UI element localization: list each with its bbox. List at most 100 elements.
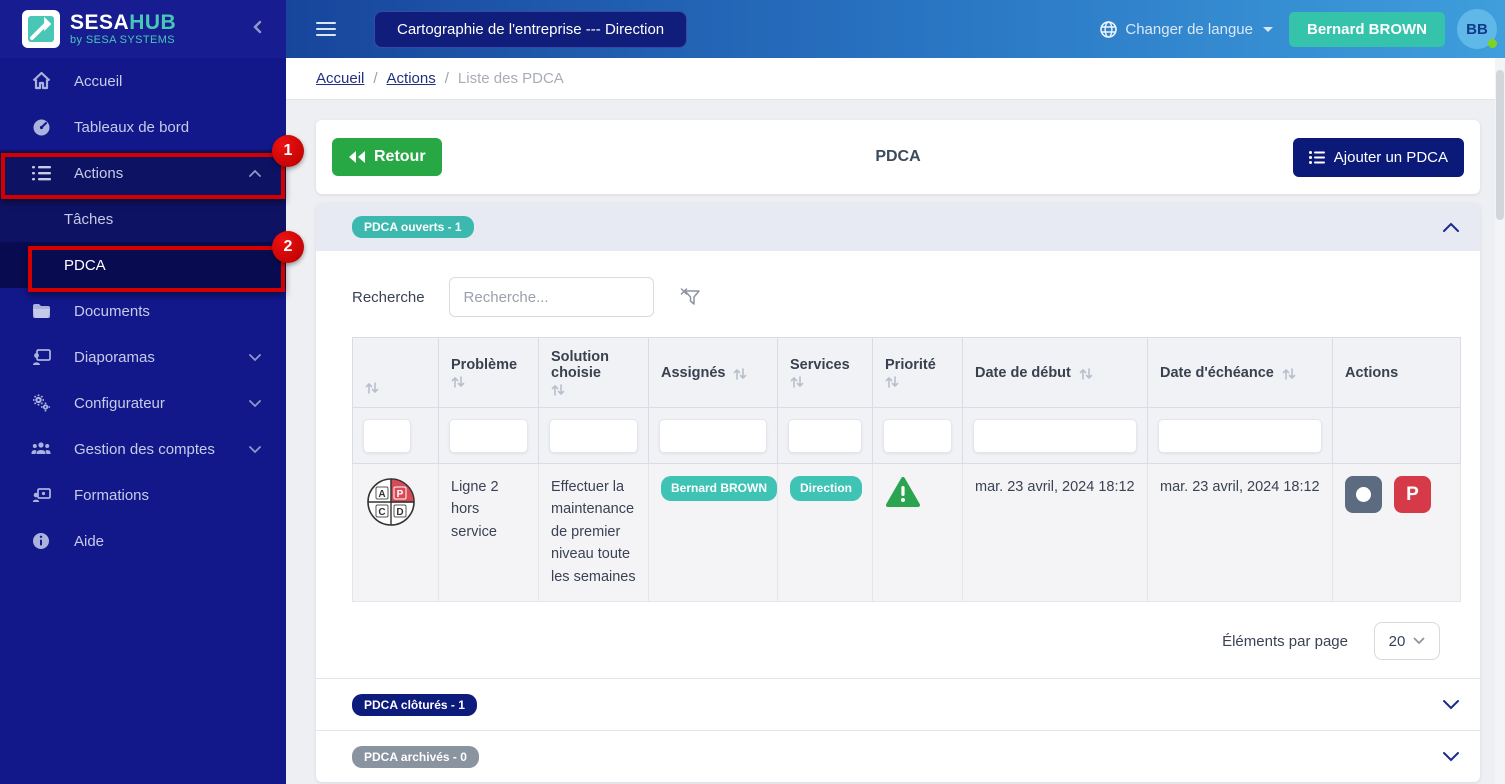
column-header-solution[interactable]: Solution choisie — [538, 337, 649, 408]
brand-hub: HUB — [129, 11, 177, 34]
logo-text: SESAHUB by SESA SYSTEMS — [70, 12, 176, 46]
filter-input-date-echeance[interactable] — [1158, 418, 1322, 453]
home-icon — [30, 72, 52, 90]
chevron-down-icon — [248, 399, 262, 408]
service-badge: Direction — [790, 476, 863, 501]
avatar-initials: BB — [1466, 20, 1488, 38]
column-header-icon[interactable] — [352, 337, 439, 408]
sort-icon — [733, 367, 747, 381]
pdca-wheel-cell: A P C D — [352, 463, 439, 602]
filter-input-priorite[interactable] — [883, 418, 952, 453]
due-date-cell: mar. 23 avril, 2024 18:12 — [1147, 463, 1333, 602]
chevron-up-icon[interactable] — [1442, 222, 1460, 233]
column-header-services[interactable]: Services — [777, 337, 873, 408]
add-pdca-button[interactable]: Ajouter un PDCA — [1292, 137, 1464, 177]
archived-section-badge: PDCA archivés - 0 — [352, 745, 479, 768]
hamburger-menu-icon[interactable] — [316, 22, 336, 36]
chevron-down-icon — [248, 353, 262, 362]
pdca-sections-card: PDCA ouverts - 1 Recherche Recherche... … — [316, 203, 1480, 782]
svg-text:P: P — [397, 489, 404, 500]
section-archived-header[interactable]: PDCA archivés - 0 — [316, 730, 1480, 782]
pdca-table: Problème Solution choisie Assignés Servi… — [352, 337, 1461, 602]
breadcrumb-accueil[interactable]: Accueil — [316, 70, 364, 87]
filter-input-icon[interactable] — [363, 418, 411, 453]
sidebar-item-taches[interactable]: Tâches — [0, 196, 286, 242]
sort-icon — [365, 381, 379, 395]
globe-icon — [1100, 20, 1118, 38]
list-icon — [30, 165, 52, 181]
language-label: Changer de langue — [1125, 20, 1253, 38]
chevron-down-icon[interactable] — [1442, 751, 1460, 762]
breadcrumb-separator: / — [373, 70, 378, 87]
list-icon — [1308, 150, 1325, 164]
training-icon — [30, 487, 52, 503]
sidebar-item-label: Formations — [74, 486, 150, 504]
filter-input-assignes[interactable] — [659, 418, 767, 453]
sort-icon — [1282, 367, 1296, 381]
presentation-icon — [30, 348, 52, 366]
avatar[interactable]: BB — [1457, 9, 1497, 49]
column-header-probleme[interactable]: Problème — [438, 337, 539, 408]
page-header-card: Retour PDCA Ajouter un PDCA — [316, 120, 1480, 194]
breadcrumb-actions[interactable]: Actions — [387, 70, 436, 87]
language-dropdown[interactable]: Changer de langue — [1100, 21, 1273, 38]
start-date-cell: mar. 23 avril, 2024 18:12 — [962, 463, 1148, 602]
sidebar-item-label: Gestion des comptes — [74, 440, 215, 458]
back-button[interactable]: Retour — [332, 138, 442, 176]
context-pill-button[interactable]: Cartographie de l'entreprise --- Directi… — [374, 10, 688, 48]
column-header-date-debut[interactable]: Date de début — [962, 337, 1148, 408]
sidebar-item-diaporamas[interactable]: Diaporamas — [0, 334, 286, 380]
sidebar-item-configurateur[interactable]: Configurateur — [0, 380, 286, 426]
priority-warning-icon — [886, 477, 920, 507]
filter-input-date-debut[interactable] — [973, 418, 1137, 453]
section-open-header[interactable]: PDCA ouverts - 1 — [316, 203, 1480, 251]
column-header-priorite[interactable]: Priorité — [872, 337, 963, 408]
sort-icon — [790, 375, 804, 389]
sidebar-item-gestion-des-comptes[interactable]: Gestion des comptes — [0, 426, 286, 472]
column-header-actions: Actions — [1332, 337, 1461, 408]
gears-icon — [30, 394, 52, 412]
sidebar-item-accueil[interactable]: Accueil — [0, 58, 286, 104]
sidebar-collapse-icon[interactable] — [252, 20, 262, 39]
folder-icon — [30, 303, 52, 319]
svg-text:A: A — [378, 489, 385, 500]
clear-filter-icon[interactable] — [680, 287, 700, 307]
sidebar-item-label: Tâches — [64, 210, 114, 228]
sidebar: SESAHUB by SESA SYSTEMS Accueil Tableaux… — [0, 0, 286, 784]
view-button[interactable] — [1345, 476, 1382, 513]
scrollbar-track[interactable] — [1495, 58, 1505, 784]
per-page-select[interactable]: 20 — [1374, 622, 1440, 660]
pagination: Éléments par page 20 — [352, 602, 1460, 678]
svg-text:C: C — [378, 507, 385, 518]
table-row: A P C D Ligne 2 hors service Effectuer l… — [352, 463, 1461, 602]
pdca-wheel-icon: A P C D — [367, 478, 415, 526]
user-button[interactable]: Bernard BROWN — [1288, 11, 1445, 47]
search-input[interactable] — [448, 277, 654, 317]
scrollbar-thumb[interactable] — [1496, 70, 1504, 220]
filter-input-solution[interactable] — [549, 418, 638, 453]
sidebar-item-label: Diaporamas — [74, 348, 155, 366]
sidebar-item-actions[interactable]: Actions — [0, 150, 286, 196]
sidebar-item-tableaux-de-bord[interactable]: Tableaux de bord — [0, 104, 286, 150]
services-cell: Direction — [777, 463, 873, 602]
column-header-date-echeance[interactable]: Date d'échéance — [1147, 337, 1333, 408]
dashboard-icon — [30, 118, 52, 137]
pdca-detail-button[interactable]: P — [1394, 476, 1431, 513]
column-header-assignes[interactable]: Assignés — [648, 337, 778, 408]
users-icon — [30, 441, 52, 457]
sidebar-item-documents[interactable]: Documents — [0, 288, 286, 334]
priority-cell — [872, 463, 963, 602]
chevron-up-icon — [248, 169, 262, 178]
sidebar-item-label: Aide — [74, 532, 105, 550]
sidebar-item-label: Actions — [74, 164, 124, 182]
sort-icon — [451, 375, 465, 389]
sidebar-item-aide[interactable]: Aide — [0, 518, 286, 564]
sidebar-item-pdca[interactable]: PDCA — [0, 242, 286, 288]
filter-input-services[interactable] — [788, 418, 862, 453]
sidebar-item-formations[interactable]: Formations — [0, 472, 286, 518]
section-closed-header[interactable]: PDCA clôturés - 1 — [316, 678, 1480, 730]
logo-row: SESAHUB by SESA SYSTEMS — [0, 0, 286, 58]
chevron-down-icon[interactable] — [1442, 699, 1460, 710]
main-content: Retour PDCA Ajouter un PDCA PDCA ouverts… — [286, 100, 1505, 784]
filter-input-probleme[interactable] — [449, 418, 528, 453]
